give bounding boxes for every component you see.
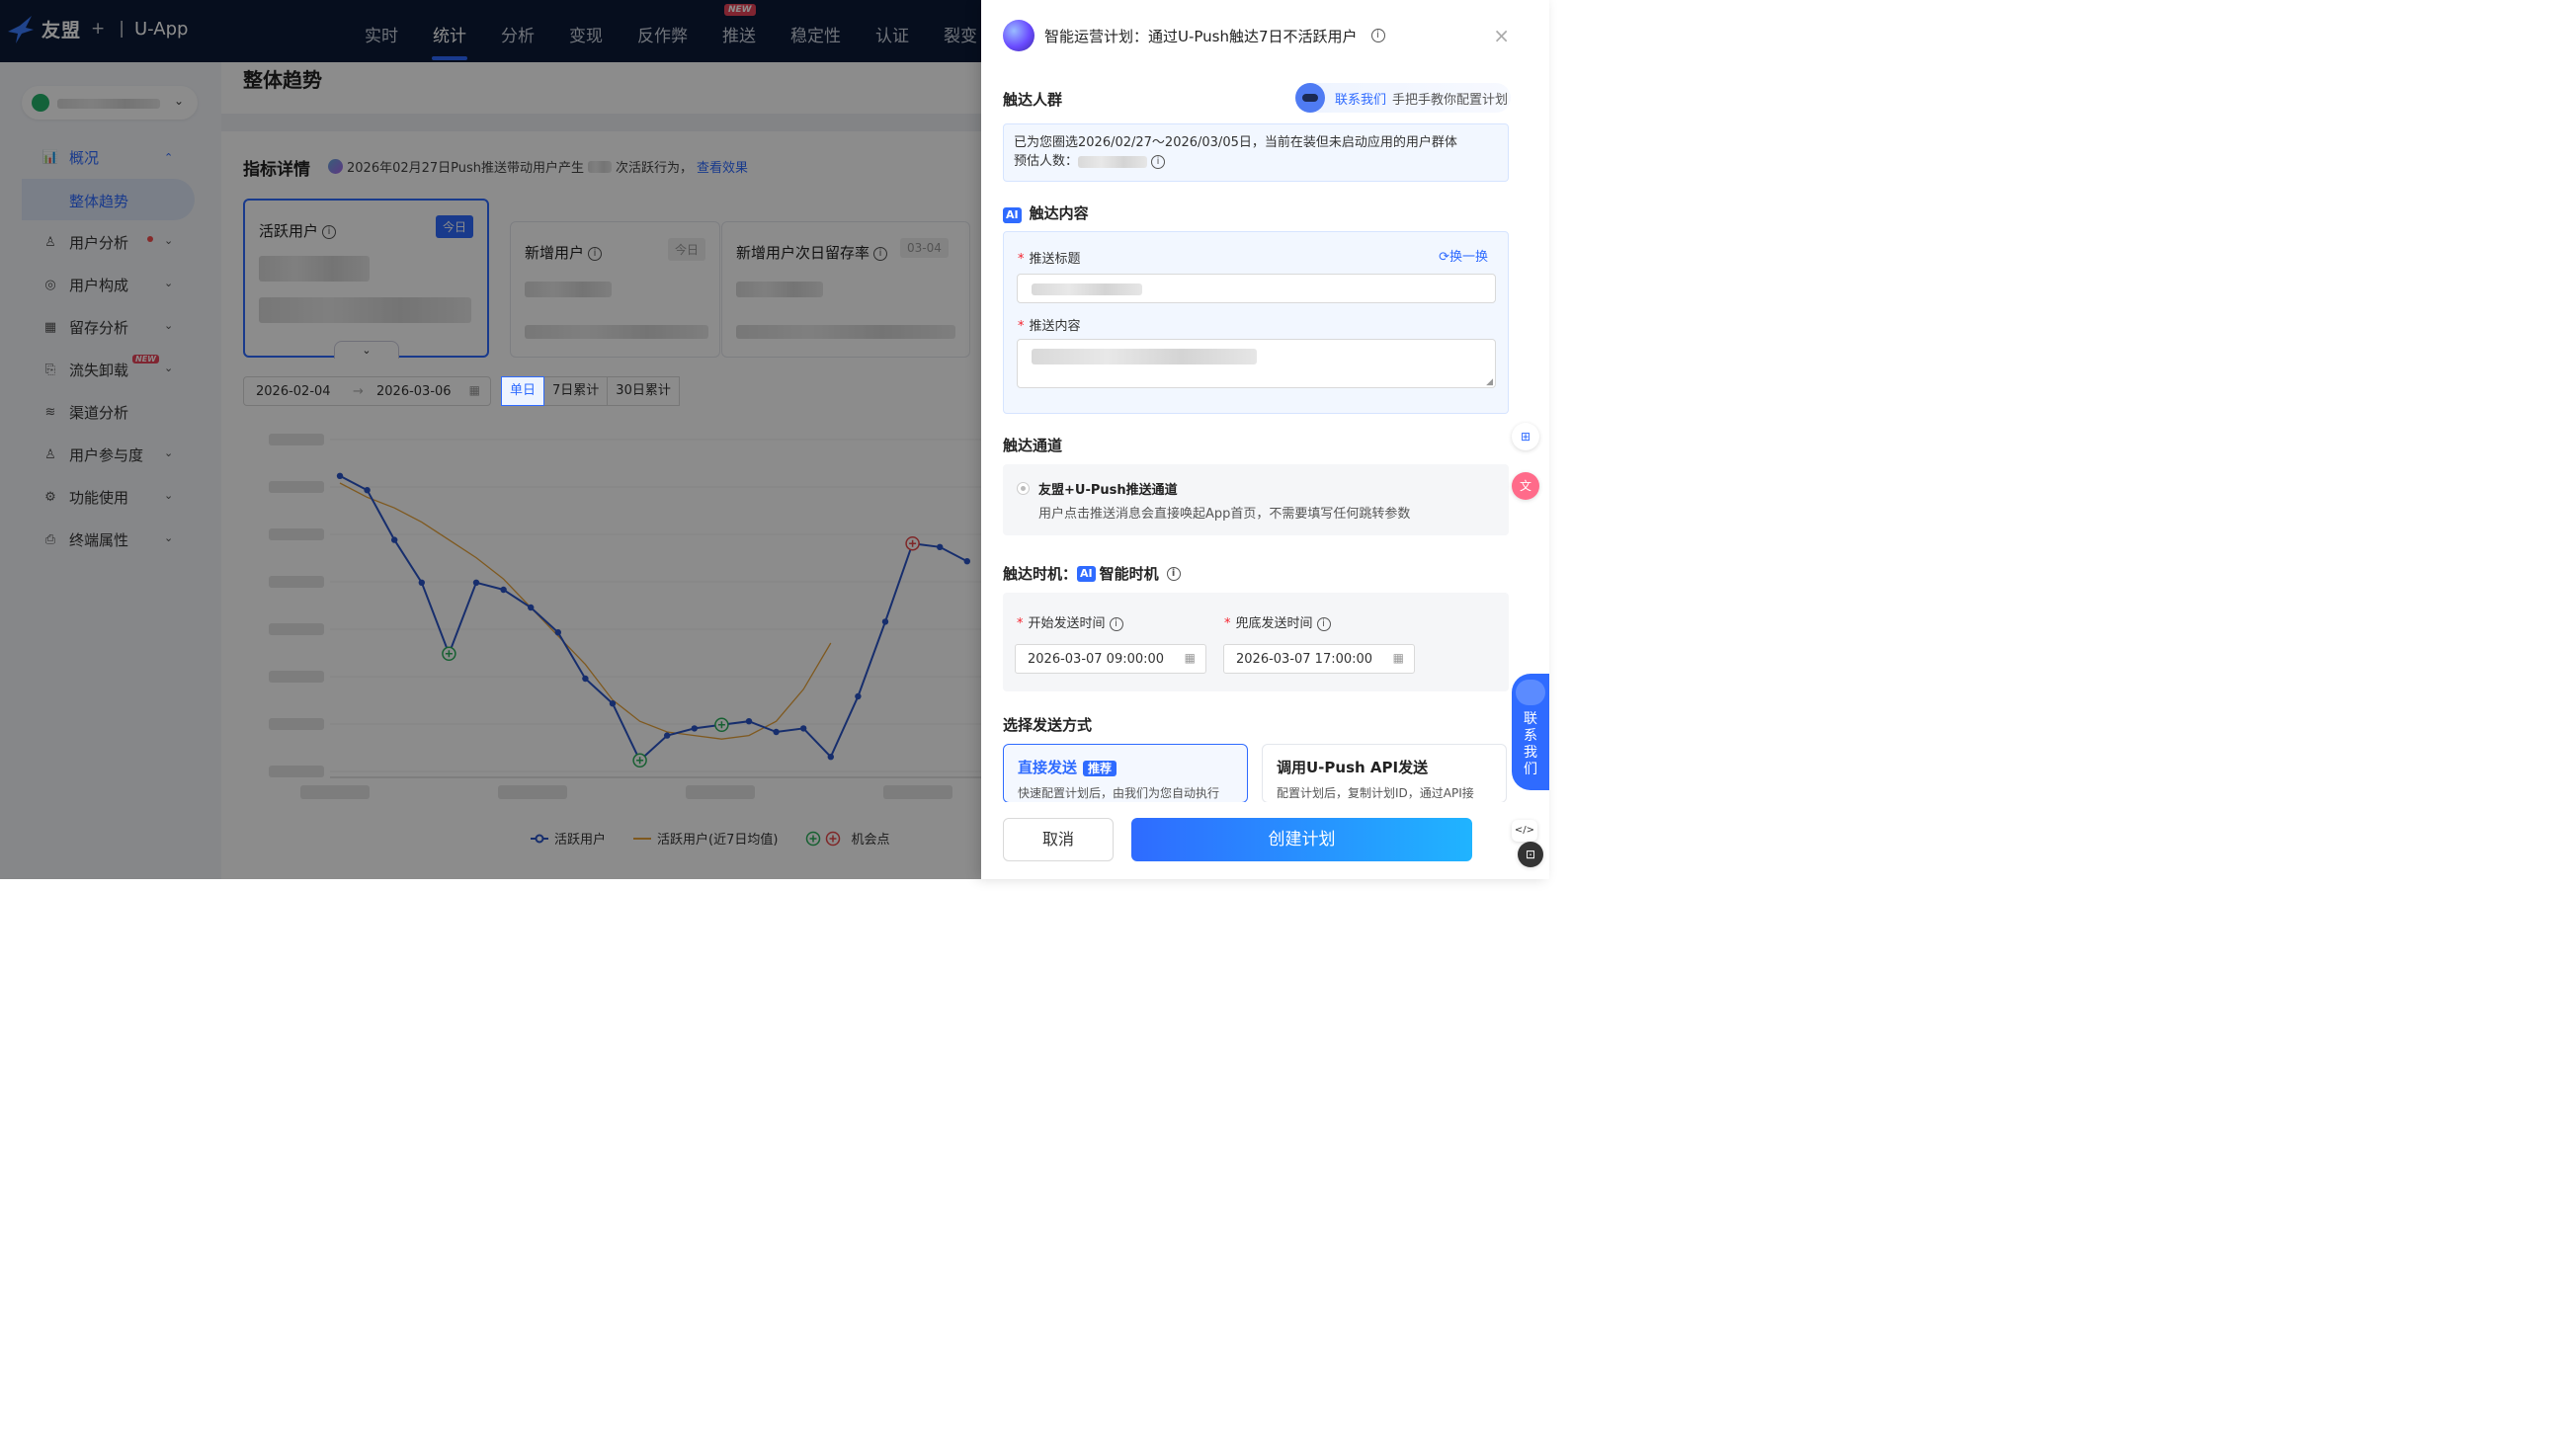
swap-label: 换一换 (1448, 250, 1488, 265)
refresh-icon: ⟳ (1439, 250, 1449, 265)
audience-text: 已为您圈选2026/02/27～2026/03/05日，当前在装但未启动应用的用… (1014, 135, 1457, 150)
audience-title: 触达人群 (1003, 91, 1063, 109)
create-plan-button[interactable]: 创建计划 (1131, 818, 1472, 861)
swap-button[interactable]: ⟳换一换 (1439, 246, 1488, 265)
mode-title: 直接发送 推荐 (1018, 757, 1117, 777)
info-icon[interactable]: i (1316, 616, 1331, 631)
audience-count-label: 预估人数： (1014, 154, 1079, 169)
push-title-input[interactable] (1017, 274, 1496, 303)
timing-title: 触达时机： AI 智能时机 i (1003, 563, 1181, 584)
channel-radio[interactable] (1017, 482, 1030, 495)
contact-us-pill[interactable]: 联系我们 手把手教你配置计划 (1295, 83, 1511, 113)
redacted-text (1032, 283, 1142, 295)
mode-direct-send[interactable]: 直接发送 推荐 快速配置计划后，由我们为您自动执行 (1003, 744, 1248, 803)
push-title-label-text: 推送标题 (1029, 252, 1081, 267)
fallback-time-input[interactable]: 2026-03-07 17:00:00 ▦ (1223, 644, 1415, 674)
push-content-textarea[interactable]: ◢ (1017, 339, 1496, 388)
ai-badge: AI (1077, 565, 1096, 582)
modal-overlay[interactable] (0, 0, 981, 879)
content-title-text: 触达内容 (1029, 204, 1089, 222)
content-title: AI 触达内容 (1003, 202, 1089, 223)
translate-icon[interactable]: 文 (1512, 472, 1539, 500)
mode-api-send[interactable]: 调用U-Push API发送 配置计划后，复制计划ID，通过API接 (1262, 744, 1507, 803)
recommend-badge: 推荐 (1083, 761, 1117, 776)
mode-desc: 快速配置计划后，由我们为您自动执行 (1018, 786, 1220, 800)
drawer-header: 智能运营计划：通过U-Push触达7日不活跃用户 i (1003, 20, 1385, 51)
calendar-icon: ▦ (1392, 651, 1404, 665)
push-content-label: * 推送内容 (1018, 319, 1081, 334)
ai-orb-icon (1003, 20, 1034, 51)
seg-daily[interactable]: 单日 (501, 376, 545, 406)
info-icon[interactable]: i (1109, 616, 1123, 631)
push-title-label: * 推送标题 (1018, 252, 1081, 267)
resize-handle-icon[interactable]: ◢ (1486, 377, 1493, 387)
float-contact-label: 联系我们 (1524, 711, 1537, 777)
push-content-box: * 推送标题 ⟳换一换 * 推送内容 ◢ (1003, 231, 1509, 414)
contact-tip: 手把手教你配置计划 (1392, 92, 1509, 108)
apps-grid-icon[interactable]: ⊞ (1512, 423, 1539, 450)
mode-desc: 配置计划后，复制计划ID，通过API接 (1277, 786, 1474, 800)
start-time-input[interactable]: 2026-03-07 09:00:00 ▦ (1015, 644, 1206, 674)
push-content-label-text: 推送内容 (1029, 319, 1081, 334)
calendar-icon: ▦ (1184, 651, 1196, 665)
timing-box: * 开始发送时间 i 2026-03-07 09:00:00 ▦ * 兜底发送时间 i … (1003, 593, 1509, 691)
redacted-text (1032, 349, 1257, 364)
code-icon[interactable]: </> (1512, 820, 1537, 842)
channel-title: 触达通道 (1003, 437, 1063, 454)
scan-icon[interactable]: ⊡ (1518, 842, 1543, 867)
info-icon[interactable]: i (1166, 566, 1181, 581)
fallback-time-label-text: 兜底发送时间 (1235, 616, 1313, 631)
channel-option[interactable]: 友盟+U-Push推送通道 用户点击推送消息会直接唤起App首页，不需要填写任何… (1003, 464, 1509, 535)
drawer-footer: 取消 创建计划 (981, 802, 1549, 879)
audience-box: 已为您圈选2026/02/27～2026/03/05日，当前在装但未启动应用的用… (1003, 123, 1509, 182)
channel-name: 友盟+U-Push推送通道 (1038, 483, 1178, 498)
robot-icon (1516, 680, 1545, 705)
send-mode-title: 选择发送方式 (1003, 716, 1093, 734)
contact-link[interactable]: 联系我们 (1335, 89, 1386, 108)
start-time-value: 2026-03-07 09:00:00 (1028, 652, 1165, 667)
redacted-count (1078, 155, 1148, 168)
cancel-button[interactable]: 取消 (1003, 818, 1114, 861)
robot-icon (1295, 83, 1325, 113)
start-time-label: * 开始发送时间 i (1017, 612, 1123, 631)
channel-desc: 用户点击推送消息会直接唤起App首页，不需要填写任何跳转参数 (1038, 507, 1411, 522)
ai-badge: AI (1003, 207, 1022, 223)
drawer-title: 智能运营计划：通过U-Push触达7日不活跃用户 (1044, 27, 1358, 45)
fallback-time-value: 2026-03-07 17:00:00 (1236, 652, 1373, 667)
timing-title-text: 触达时机： (1003, 565, 1078, 583)
smart-ops-drawer: 智能运营计划：通过U-Push触达7日不活跃用户 i × 触达人群 联系我们 手… (981, 0, 1549, 879)
fallback-time-label: * 兜底发送时间 i (1224, 612, 1331, 631)
mode-title-text: 直接发送 (1018, 759, 1078, 776)
mode-title: 调用U-Push API发送 (1277, 759, 1429, 776)
info-icon[interactable]: i (1151, 154, 1166, 169)
float-contact-button[interactable]: 联系我们 (1512, 674, 1549, 790)
info-icon[interactable]: i (1370, 29, 1385, 42)
close-icon[interactable]: × (1493, 24, 1510, 47)
timing-mode: 智能时机 (1099, 565, 1159, 583)
start-time-label-text: 开始发送时间 (1028, 616, 1106, 631)
